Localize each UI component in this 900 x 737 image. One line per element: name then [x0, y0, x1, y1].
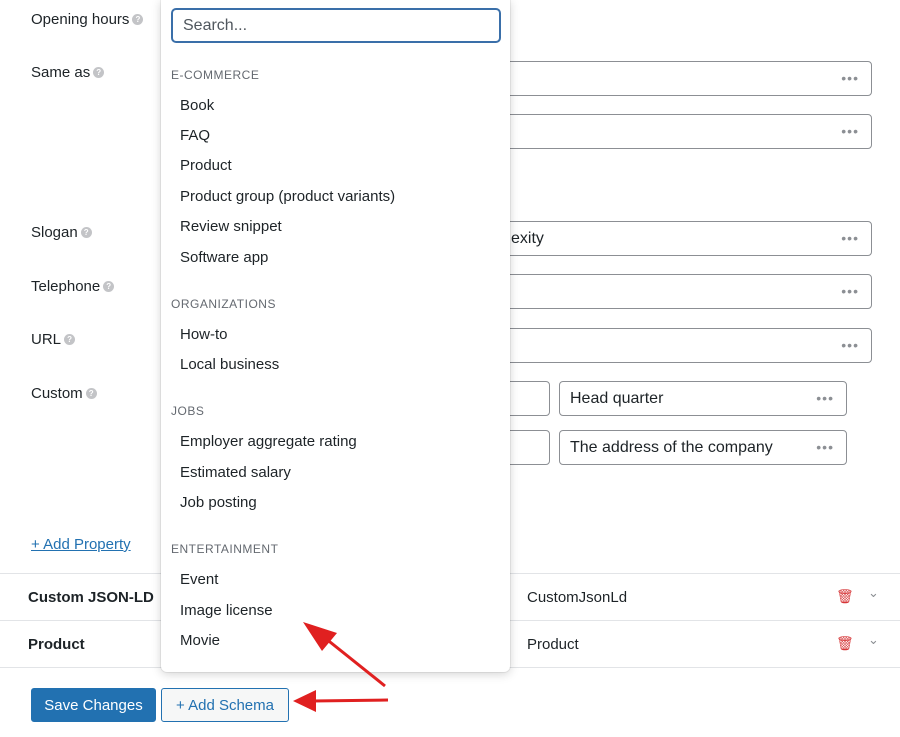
save-changes-button[interactable]: Save Changes [31, 688, 156, 722]
url-field[interactable]: ••• [470, 328, 872, 363]
label-opening-hours: Opening hours? [31, 11, 144, 28]
label-url: URL? [31, 331, 76, 348]
menu-item-event[interactable]: Event [180, 571, 218, 588]
category-heading-organizations: ORGANIZATIONS [171, 297, 276, 311]
menu-item-review-snippet[interactable]: Review snippet [180, 218, 282, 235]
label-custom: Custom? [31, 385, 97, 402]
trash-icon[interactable]: 🗑 [836, 635, 854, 652]
more-options-icon[interactable]: ••• [816, 440, 834, 454]
more-options-icon[interactable]: ••• [841, 124, 859, 138]
same-as-field-1[interactable]: ••• [470, 61, 872, 96]
more-options-icon[interactable]: ••• [841, 284, 859, 298]
more-options-icon[interactable]: ••• [841, 71, 859, 85]
menu-item-software-app[interactable]: Software app [180, 249, 268, 266]
annotation-arrow-line [311, 698, 389, 703]
menu-item-estimated-salary[interactable]: Estimated salary [180, 464, 291, 481]
help-icon[interactable]: ? [93, 67, 105, 78]
trash-icon[interactable]: 🗑 [836, 588, 854, 605]
menu-item-product[interactable]: Product [180, 157, 232, 174]
help-icon[interactable]: ? [64, 334, 76, 345]
more-options-icon[interactable]: ••• [841, 231, 859, 245]
menu-item-employer-aggregate-rating[interactable]: Employer aggregate rating [180, 433, 357, 450]
menu-item-image-license[interactable]: Image license [180, 602, 273, 619]
help-icon[interactable]: ? [132, 14, 144, 25]
menu-item-job-posting[interactable]: Job posting [180, 494, 257, 511]
chevron-down-icon[interactable]: ⌄ [868, 585, 879, 601]
help-icon[interactable]: ? [80, 227, 92, 238]
menu-item-how-to[interactable]: How-to [180, 326, 228, 343]
menu-item-faq[interactable]: FAQ [180, 127, 210, 144]
same-as-field-2[interactable]: ••• [470, 114, 872, 149]
custom-value-field-1[interactable]: Head quarter ••• [559, 381, 847, 416]
menu-item-local-business[interactable]: Local business [180, 356, 279, 373]
custom-value-field-2[interactable]: The address of the company ••• [559, 430, 847, 465]
chevron-down-icon[interactable]: ⌄ [868, 632, 879, 648]
add-property-link[interactable]: + Add Property [31, 536, 131, 553]
schema-type-dropdown[interactable]: E-COMMERCE Book FAQ Product Product grou… [161, 0, 510, 672]
slogan-field[interactable]: exity ••• [470, 221, 872, 256]
more-options-icon[interactable]: ••• [816, 391, 834, 405]
telephone-field[interactable]: ••• [470, 274, 872, 309]
more-options-icon[interactable]: ••• [841, 338, 859, 352]
menu-item-movie[interactable]: Movie [180, 632, 220, 649]
label-slogan: Slogan? [31, 224, 92, 241]
category-heading-entertainment: ENTERTAINMENT [171, 542, 279, 556]
label-same-as: Same as? [31, 64, 105, 81]
category-heading-jobs: JOBS [171, 404, 205, 418]
search-input[interactable] [171, 8, 501, 43]
menu-item-product-group[interactable]: Product group (product variants) [180, 188, 395, 205]
help-icon[interactable]: ? [85, 388, 97, 399]
menu-item-book[interactable]: Book [180, 97, 214, 114]
add-schema-button[interactable]: + Add Schema [161, 688, 289, 722]
annotation-arrowhead [293, 690, 316, 712]
help-icon[interactable]: ? [103, 281, 115, 292]
label-telephone: Telephone? [31, 278, 115, 295]
category-heading-ecommerce: E-COMMERCE [171, 68, 260, 82]
